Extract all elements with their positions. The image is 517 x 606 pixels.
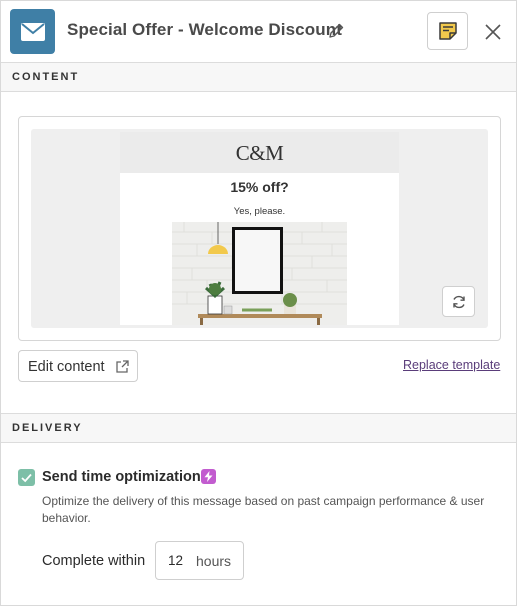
send-time-optimization-description: Optimize the delivery of this message ba… bbox=[42, 494, 485, 525]
send-time-optimization-label: Send time optimization bbox=[42, 469, 201, 485]
external-link-icon bbox=[116, 360, 129, 373]
refresh-icon bbox=[452, 295, 465, 308]
pencil-icon[interactable] bbox=[327, 22, 345, 40]
email-subline: Yes, please. bbox=[233, 206, 286, 217]
envelope-icon bbox=[10, 9, 55, 54]
hours-unit-label: hours bbox=[196, 553, 232, 569]
email-headline: 15% off? bbox=[230, 179, 289, 195]
edit-content-button[interactable]: Edit content bbox=[18, 350, 138, 382]
edit-content-label: Edit content bbox=[28, 359, 105, 375]
notes-button[interactable] bbox=[427, 12, 468, 50]
complete-within-field: hours bbox=[155, 541, 244, 580]
content-section-title: CONTENT bbox=[12, 71, 80, 83]
refresh-preview-button[interactable] bbox=[442, 286, 475, 317]
checkmark-icon bbox=[21, 473, 32, 482]
page-title: Special Offer - Welcome Discount bbox=[67, 20, 342, 39]
replace-template-link[interactable]: Replace template bbox=[403, 358, 500, 372]
delivery-section-header: DELIVERY bbox=[1, 413, 516, 443]
email-preview: C&M 15% off? Yes, please. bbox=[120, 132, 399, 325]
hero-image bbox=[172, 222, 347, 325]
close-button[interactable] bbox=[482, 21, 504, 43]
email-header: C&M bbox=[120, 132, 399, 173]
content-section-header: CONTENT bbox=[1, 62, 516, 92]
panel-header: Special Offer - Welcome Discount bbox=[1, 1, 516, 62]
complete-within-hours-input[interactable] bbox=[168, 553, 190, 568]
sticky-note-icon bbox=[438, 22, 457, 40]
close-icon bbox=[485, 24, 501, 40]
send-time-optimization-checkbox[interactable] bbox=[18, 469, 35, 486]
brand-logo: C&M bbox=[235, 141, 284, 165]
delivery-section-title: DELIVERY bbox=[12, 422, 83, 434]
lightning-bolt-icon bbox=[201, 469, 216, 484]
campaign-message-panel: Special Offer - Welcome Discount CONTENT bbox=[0, 0, 517, 606]
complete-within-label: Complete within bbox=[42, 553, 146, 569]
